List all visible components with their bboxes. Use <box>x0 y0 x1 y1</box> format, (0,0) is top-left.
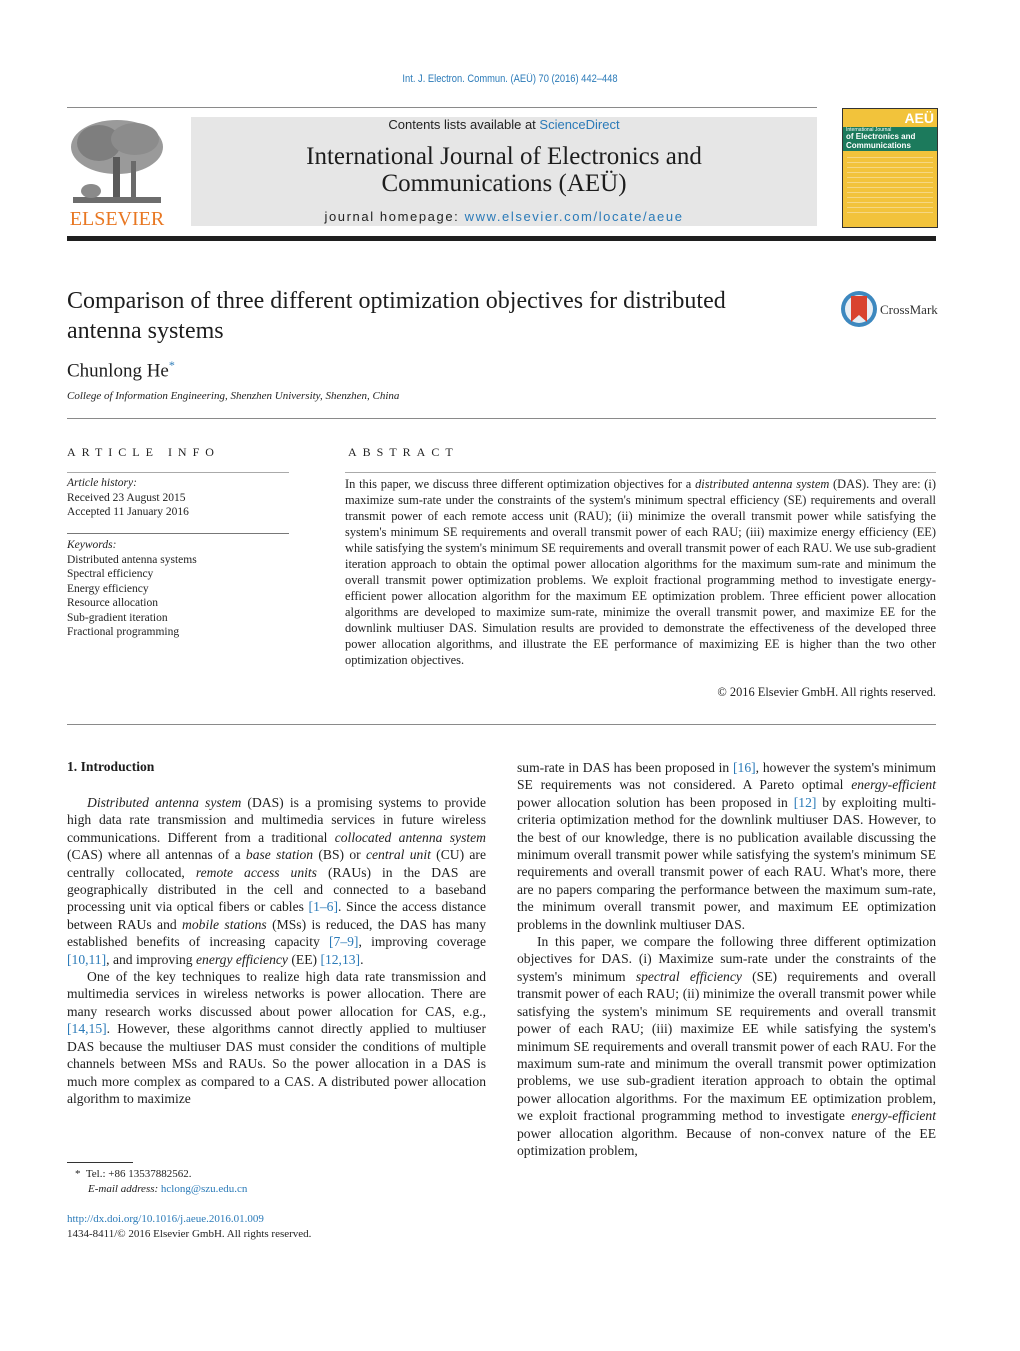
reference-link[interactable]: [12,13] <box>320 952 360 967</box>
keywords: Keywords: Distributed antenna systems Sp… <box>67 538 289 640</box>
header-thick-rule <box>67 236 936 241</box>
elsevier-wordmark: ELSEVIER <box>69 208 165 230</box>
cover-title: of Electronics and Communications <box>846 132 916 150</box>
reference-link[interactable]: [1–6] <box>309 899 338 914</box>
keyword: Energy efficiency <box>67 582 149 595</box>
issn-copyright: 1434-8411/© 2016 Elsevier GmbH. All righ… <box>67 1228 312 1240</box>
contents-line: Contents lists available at ScienceDirec… <box>191 117 817 132</box>
homepage-line: journal homepage: www.elsevier.com/locat… <box>191 209 817 224</box>
footnote-tel: Tel.: +86 13537882562. <box>85 1168 192 1180</box>
elsevier-tree-icon <box>71 120 163 203</box>
crossmark-label: CrossMark <box>880 302 938 317</box>
article-history: Article history: Received 23 August 2015… <box>67 476 289 520</box>
article-info-heading: ARTICLE INFO <box>67 445 220 459</box>
paragraph: Distributed antenna system (DAS) is a pr… <box>67 795 487 967</box>
header-rule <box>67 107 817 108</box>
keyword: Distributed antenna systems <box>67 553 197 566</box>
cover-contents-lines <box>847 157 933 217</box>
article-title: Comparison of three different optimizati… <box>67 288 726 344</box>
journal-title-line2: Communications (AEÜ) <box>381 170 627 197</box>
paragraph: In this paper, we compare the following … <box>517 934 937 1158</box>
doi-link[interactable]: http://dx.doi.org/10.1016/j.aeue.2016.01… <box>67 1212 311 1227</box>
author-email-link[interactable]: hclong@szu.edu.cn <box>161 1183 248 1195</box>
paragraph: sum-rate in DAS has been proposed in [16… <box>517 760 936 932</box>
doi-block: http://dx.doi.org/10.1016/j.aeue.2016.01… <box>67 1212 311 1242</box>
journal-title-line1: International Journal of Electronics and <box>306 143 702 170</box>
received-date: Received 23 August 2015 <box>67 491 186 504</box>
abstract-rule <box>345 472 936 473</box>
elsevier-logo: ELSEVIER <box>67 117 167 230</box>
abstract-heading: ABSTRACT <box>348 445 459 459</box>
homepage-prefix: journal homepage: <box>324 209 465 224</box>
crossmark-icon <box>841 291 877 327</box>
paragraph: One of the key techniques to realize hig… <box>67 969 486 1106</box>
reference-link[interactable]: [12] <box>794 795 817 810</box>
reference-link[interactable]: [16] <box>733 760 756 775</box>
journal-title: International Journal of Electronics and… <box>191 143 817 197</box>
keyword: Sub-gradient iteration <box>67 611 168 624</box>
journal-banner: Contents lists available at ScienceDirec… <box>191 117 817 226</box>
cover-badge: AEÜ <box>904 110 934 126</box>
abstract-bottom-rule <box>67 724 936 725</box>
abstract-text: In this paper, we discuss three differen… <box>345 477 937 667</box>
journal-citation[interactable]: Int. J. Electron. Commun. (AEÜ) 70 (2016… <box>77 73 944 85</box>
reference-link[interactable]: [7–9] <box>329 934 358 949</box>
article-info-rule <box>67 472 289 473</box>
footnote: * Tel.: +86 13537882562. E-mail address:… <box>75 1167 247 1197</box>
keywords-rule <box>67 533 289 534</box>
affiliation: College of Information Engineering, Shen… <box>67 390 400 402</box>
keyword: Spectral efficiency <box>67 568 154 580</box>
reference-link[interactable]: [10,11] <box>67 952 106 967</box>
body-column-right: sum-rate in DAS has been proposed in [16… <box>517 759 936 1159</box>
crossmark-button[interactable]: CrossMark <box>840 290 940 330</box>
reference-link[interactable]: [14,15] <box>67 1021 107 1036</box>
accepted-date: Accepted 11 January 2016 <box>67 506 189 518</box>
sciencedirect-link[interactable]: ScienceDirect <box>539 117 619 132</box>
keyword: Fractional programming <box>67 626 180 638</box>
abstract-copyright: © 2016 Elsevier GmbH. All rights reserve… <box>717 685 936 699</box>
footnote-rule <box>67 1162 133 1163</box>
author-name: Chunlong He* <box>67 358 175 382</box>
contents-prefix: Contents lists available at <box>388 117 540 132</box>
corresponding-author-mark[interactable]: * <box>169 358 175 372</box>
footnote-mark: * <box>75 1168 81 1180</box>
journal-homepage-link[interactable]: www.elsevier.com/locate/aeue <box>465 209 684 224</box>
title-rule <box>67 418 936 419</box>
email-label: E-mail address: <box>88 1183 159 1195</box>
section-heading-introduction: 1. Introduction <box>67 759 155 774</box>
journal-cover-thumbnail[interactable]: AEÜ International Journal of Electronics… <box>842 108 938 228</box>
keyword: Resource allocation <box>67 597 159 609</box>
body-column-left: Distributed antenna system (DAS) is a pr… <box>67 775 486 1107</box>
